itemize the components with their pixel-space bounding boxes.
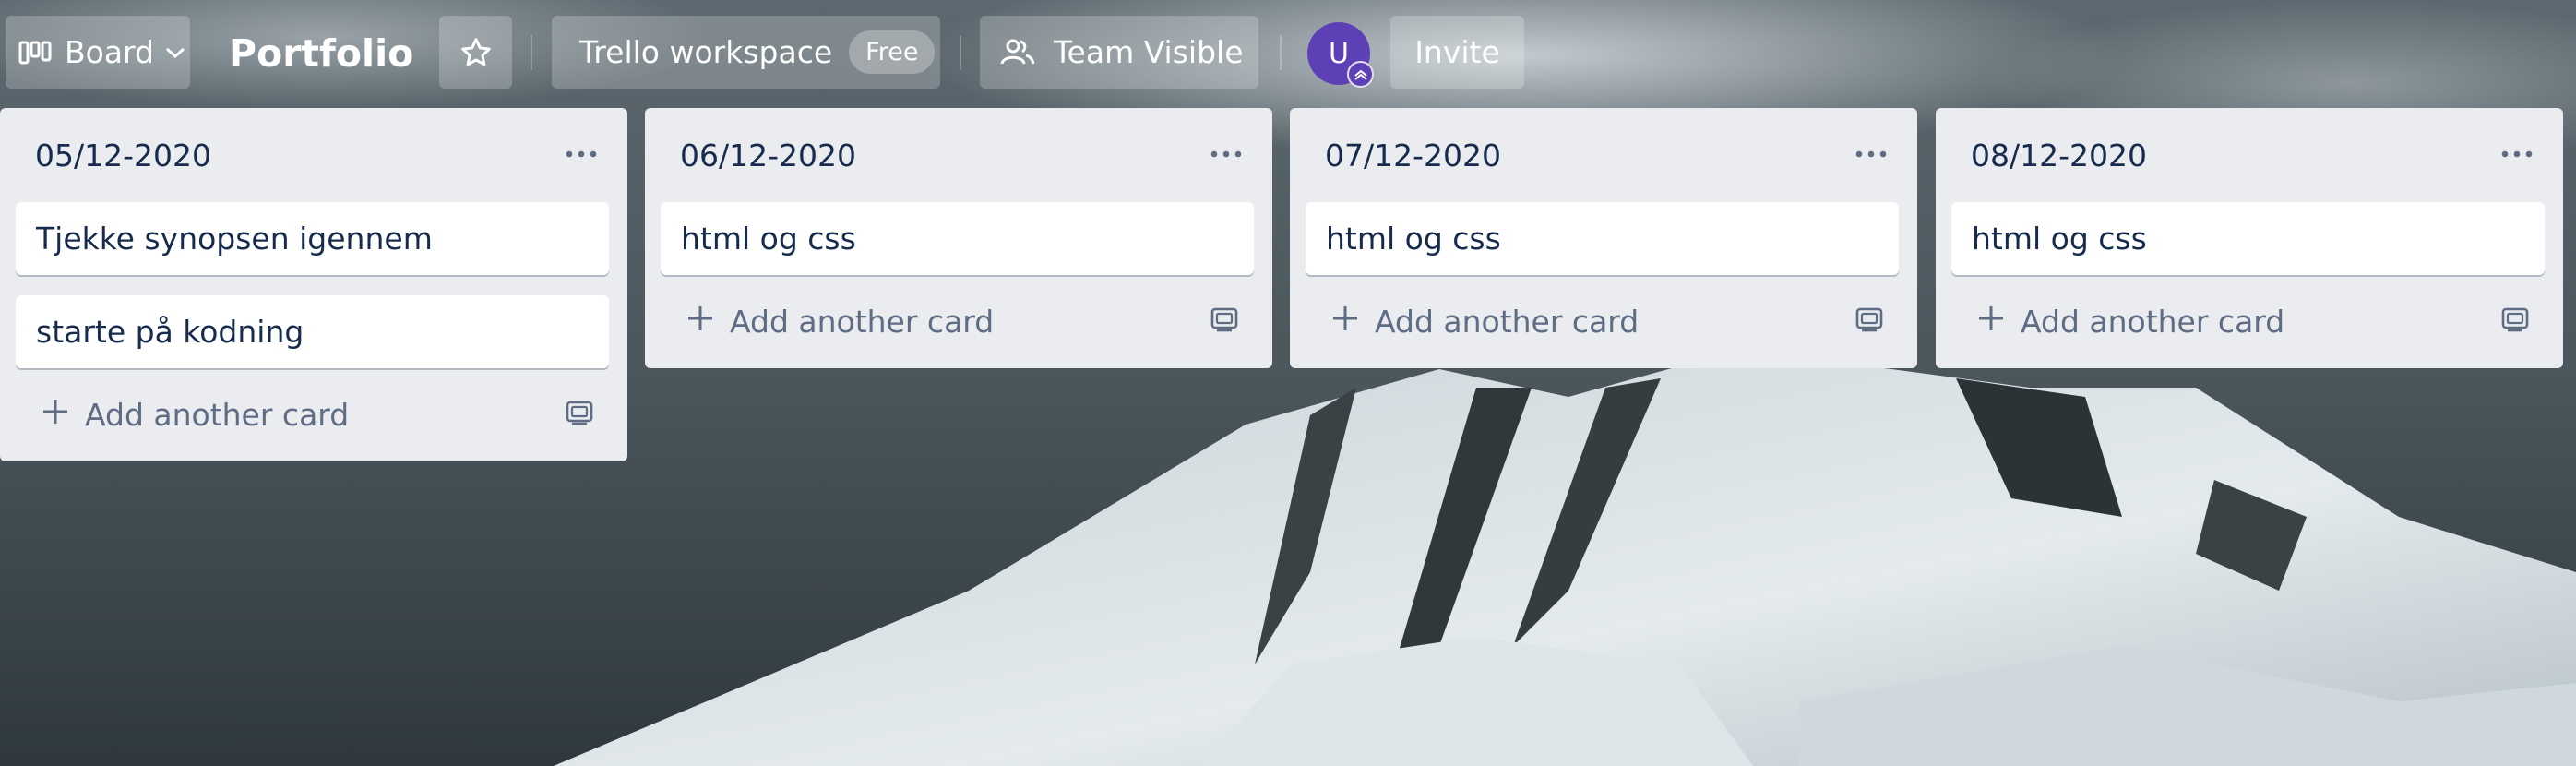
add-card-label: Add another card bbox=[85, 397, 350, 433]
list-card[interactable]: html og css bbox=[1306, 202, 1899, 275]
more-dots-icon bbox=[2500, 144, 2534, 162]
list-column: 07/12-2020 html og css Add another card bbox=[1290, 108, 1917, 368]
list-title[interactable]: 06/12-2020 bbox=[680, 138, 856, 174]
list-title[interactable]: 05/12-2020 bbox=[35, 138, 211, 174]
visibility-button[interactable]: Team Visible bbox=[980, 16, 1258, 89]
list-card[interactable]: Tjekke synopsen igennem bbox=[16, 202, 609, 275]
chevron-down-icon bbox=[165, 46, 185, 59]
card-title: html og css bbox=[1326, 221, 1501, 257]
more-dots-icon bbox=[1210, 144, 1243, 162]
workspace-label: Trello workspace bbox=[579, 34, 833, 70]
plus-icon bbox=[1330, 304, 1360, 341]
header-divider bbox=[960, 35, 961, 70]
board-view-switcher-button[interactable]: Board bbox=[6, 16, 190, 89]
board-view-icon bbox=[18, 40, 52, 66]
list-header[interactable]: 05/12-2020 bbox=[0, 108, 627, 202]
header-divider bbox=[531, 35, 532, 70]
list-card[interactable]: html og css bbox=[1951, 202, 2545, 275]
more-dots-icon bbox=[1854, 144, 1888, 162]
board-header: Board Portfolio Trello workspace Free Te… bbox=[0, 0, 2576, 107]
board-view-label: Board bbox=[65, 34, 154, 70]
workspace-plan-badge: Free bbox=[849, 30, 936, 74]
plus-icon bbox=[686, 304, 715, 341]
add-card-button[interactable]: Add another card bbox=[645, 275, 1272, 368]
card-template-icon[interactable] bbox=[1210, 305, 1239, 337]
list-card[interactable]: html og css bbox=[661, 202, 1254, 275]
list-menu-button[interactable] bbox=[555, 132, 607, 173]
star-board-button[interactable] bbox=[439, 16, 512, 89]
list-menu-button[interactable] bbox=[1845, 132, 1897, 173]
header-divider bbox=[1280, 35, 1282, 70]
card-title: starte på kodning bbox=[36, 314, 304, 350]
list-title[interactable]: 08/12-2020 bbox=[1971, 138, 2147, 174]
card-template-icon[interactable] bbox=[565, 399, 594, 430]
plus-icon bbox=[41, 397, 70, 434]
list-column: 08/12-2020 html og css Add another card bbox=[1936, 108, 2563, 368]
list-header[interactable]: 06/12-2020 bbox=[645, 108, 1272, 202]
list-menu-button[interactable] bbox=[1200, 132, 1252, 173]
list-header[interactable]: 08/12-2020 bbox=[1936, 108, 2563, 202]
card-template-icon[interactable] bbox=[2500, 305, 2530, 337]
workspace-button[interactable]: Trello workspace Free bbox=[552, 16, 940, 89]
invite-button[interactable]: Invite bbox=[1390, 16, 1524, 89]
card-title: html og css bbox=[1972, 221, 2147, 257]
invite-label: Invite bbox=[1414, 34, 1500, 70]
plus-icon bbox=[1976, 304, 2006, 341]
add-card-button[interactable]: Add another card bbox=[1936, 275, 2563, 368]
card-title: html og css bbox=[681, 221, 856, 257]
board-title[interactable]: Portfolio bbox=[229, 24, 413, 83]
admin-chevron-icon bbox=[1347, 61, 1374, 88]
card-title: Tjekke synopsen igennem bbox=[36, 221, 433, 257]
add-card-button[interactable]: Add another card bbox=[0, 368, 627, 461]
card-template-icon[interactable] bbox=[1854, 305, 1884, 337]
team-visibility-icon bbox=[1000, 38, 1035, 67]
add-card-label: Add another card bbox=[2021, 304, 2285, 340]
star-icon bbox=[459, 36, 493, 69]
list-card[interactable]: starte på kodning bbox=[16, 295, 609, 368]
list-column: 06/12-2020 html og css Add another card bbox=[645, 108, 1272, 368]
more-dots-icon bbox=[565, 144, 598, 162]
add-card-button[interactable]: Add another card bbox=[1290, 275, 1917, 368]
avatar-initial: U bbox=[1329, 37, 1349, 70]
list-column: 05/12-2020 Tjekke synopsen igennem start… bbox=[0, 108, 627, 461]
add-card-label: Add another card bbox=[1375, 304, 1640, 340]
list-title[interactable]: 07/12-2020 bbox=[1325, 138, 1501, 174]
list-menu-button[interactable] bbox=[2491, 132, 2543, 173]
add-card-label: Add another card bbox=[730, 304, 995, 340]
visibility-label: Team Visible bbox=[1054, 34, 1244, 70]
list-header[interactable]: 07/12-2020 bbox=[1290, 108, 1917, 202]
